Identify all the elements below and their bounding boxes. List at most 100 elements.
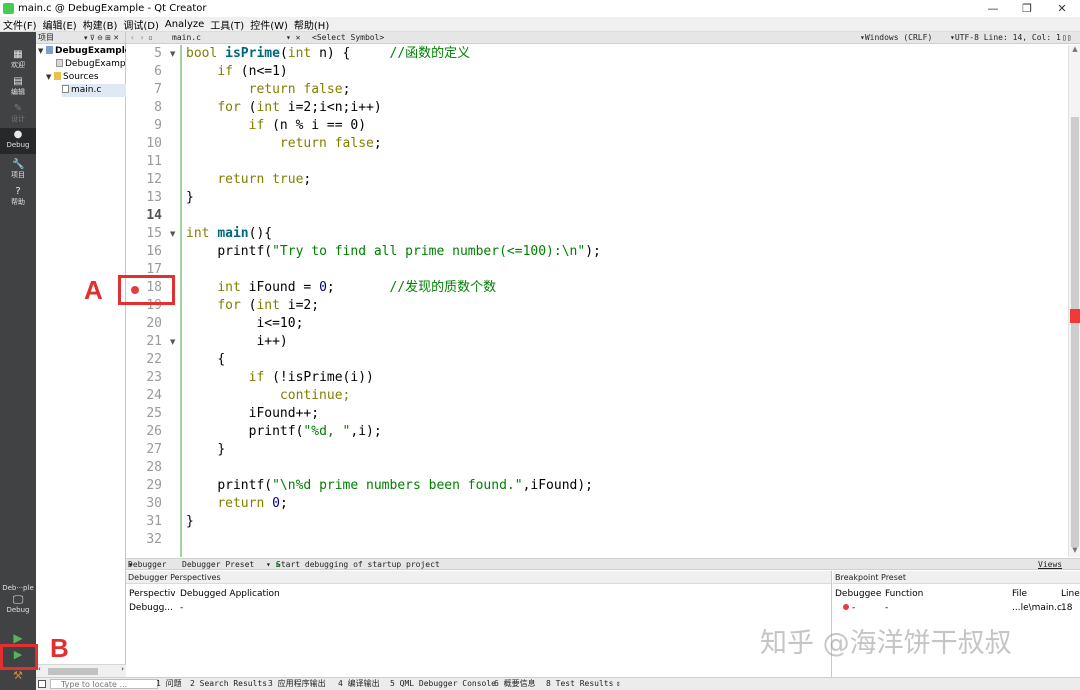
fold-marker-icon[interactable]: ▼ <box>170 45 175 63</box>
menu-file[interactable]: 文件(F) <box>0 17 40 32</box>
sidebar-toggle-icon[interactable] <box>38 680 46 688</box>
menu-edit[interactable]: 编辑(E) <box>40 17 80 32</box>
expand-arrow-icon[interactable]: ▼ <box>46 71 54 84</box>
tab-test-results[interactable]: 8 Test Results <box>546 678 613 690</box>
editor-vscrollbar[interactable]: ▲ ▼ <box>1068 45 1080 557</box>
line-number[interactable]: 15 <box>128 225 162 243</box>
menu-build[interactable]: 构建(B) <box>80 17 121 32</box>
line-number[interactable]: 31 <box>128 513 162 531</box>
code-token: i++) <box>256 334 288 349</box>
views-menu[interactable]: Views <box>1038 559 1062 570</box>
mode-help[interactable]: ? 帮助 <box>0 185 36 211</box>
bp-row[interactable]: - <box>843 602 855 614</box>
more-tabs-icon[interactable]: ⇕ <box>616 678 621 690</box>
scroll-thumb[interactable] <box>48 668 98 675</box>
scroll-thumb[interactable] <box>1071 117 1079 547</box>
mode-welcome[interactable]: ▦ 欢迎 <box>0 48 36 74</box>
line-number[interactable]: 22 <box>128 351 162 369</box>
line-number[interactable]: 5 <box>128 45 162 63</box>
breakpoint-header: Breakpoint Preset <box>833 571 1080 584</box>
panel-tools-icon[interactable]: ▾ ⊽ ⊖ ⊞ ✕ <box>84 32 119 44</box>
menu-tools[interactable]: 工具(T) <box>207 17 247 32</box>
scroll-left-icon[interactable]: ‹ <box>38 665 41 673</box>
locator-input[interactable] <box>50 679 158 689</box>
line-number[interactable]: 29 <box>128 477 162 495</box>
perspectives-row-app[interactable]: - <box>180 602 183 614</box>
line-number[interactable]: 12 <box>128 171 162 189</box>
perspectives-col-application[interactable]: Debugged Application <box>180 588 280 600</box>
line-number[interactable]: 23 <box>128 369 162 387</box>
line-number[interactable]: 24 <box>128 387 162 405</box>
close-button[interactable]: ✕ <box>1045 0 1079 17</box>
tree-item-main-c[interactable]: main.c <box>62 84 126 97</box>
expand-arrow-icon[interactable]: ▼ <box>38 45 46 58</box>
scroll-up-icon[interactable]: ▲ <box>1069 45 1080 55</box>
line-number[interactable]: 20 <box>128 315 162 333</box>
menu-debug[interactable]: 调试(D) <box>120 17 162 32</box>
scroll-right-icon[interactable]: › <box>121 665 124 673</box>
fold-marker-icon[interactable]: ▼ <box>170 333 175 351</box>
line-number[interactable]: 7 <box>128 81 162 99</box>
scroll-down-icon[interactable]: ▼ <box>1069 546 1080 556</box>
line-number[interactable]: 13 <box>128 189 162 207</box>
mode-projects[interactable]: 🔧 项目 <box>0 158 36 184</box>
tab-application-output[interactable]: 3 应用程序输出 <box>268 678 326 690</box>
line-number[interactable]: 11 <box>128 153 162 171</box>
bp-col-function[interactable]: Function <box>885 588 923 600</box>
mode-label: 设计 <box>11 115 25 123</box>
tree-item-project[interactable]: ▼ DebugExample <box>38 45 131 58</box>
projects-icon: 🔧 <box>12 159 25 170</box>
mode-design[interactable]: ✎ 设计 <box>0 102 36 128</box>
mode-edit[interactable]: ▤ 编辑 <box>0 75 36 101</box>
code-token: isPrime <box>225 46 280 61</box>
minimize-button[interactable]: — <box>976 0 1010 17</box>
code-line-21: i++) <box>186 333 288 351</box>
debugger-selector[interactable]: Debugger ▾ <box>128 559 167 570</box>
line-number[interactable]: 14 <box>128 207 162 225</box>
line-number[interactable]: 32 <box>128 531 162 549</box>
line-number[interactable]: 16 <box>128 243 162 261</box>
line-number[interactable]: 21 <box>128 333 162 351</box>
close-document-icon[interactable]: ▾ ✕ <box>286 32 300 44</box>
line-number[interactable]: 30 <box>128 495 162 513</box>
line-number[interactable]: 8 <box>128 99 162 117</box>
line-number[interactable]: 26 <box>128 423 162 441</box>
tab-general-messages[interactable]: 6 概要信息 <box>494 678 536 690</box>
line-number[interactable]: 6 <box>128 63 162 81</box>
tab-search-results[interactable]: 2 Search Results <box>190 678 267 690</box>
line-number[interactable]: 9 <box>128 117 162 135</box>
menu-window[interactable]: 控件(W) <box>247 17 291 32</box>
split-editor-icon[interactable]: ▯▯ <box>1062 32 1072 44</box>
line-number[interactable]: 27 <box>128 441 162 459</box>
bp-col-file[interactable]: File <box>1012 588 1027 600</box>
project-panel-hscrollbar[interactable]: ‹ › <box>36 664 126 677</box>
perspective-dropdown-icon[interactable]: ▾ <box>266 559 271 570</box>
debugger-preset-selector[interactable]: Debugger Preset <box>182 559 254 570</box>
fold-marker-icon[interactable]: ▼ <box>170 225 175 243</box>
code-token: for <box>217 298 241 313</box>
restore-button[interactable]: ❐ <box>1010 0 1044 17</box>
menu-analyze[interactable]: Analyze <box>162 19 207 30</box>
tab-qml-debugger-console[interactable]: 5 QML Debugger Console <box>390 678 496 690</box>
perspectives-col-perspective[interactable]: Perspectiv <box>129 588 177 600</box>
nav-back-forward-icon[interactable]: ‹ › <box>130 32 144 44</box>
line-number[interactable]: 10 <box>128 135 162 153</box>
perspectives-row-name[interactable]: Debugg... <box>129 602 177 614</box>
build-button[interactable]: ⚒ <box>0 669 36 682</box>
symbol-selector[interactable]: <Select Symbol> <box>312 32 384 44</box>
line-number[interactable]: 28 <box>128 459 162 477</box>
mode-debug[interactable]: ● Debug <box>0 128 36 154</box>
line-number[interactable]: 25 <box>128 405 162 423</box>
tab-compile-output[interactable]: 4 编译输出 <box>338 678 380 690</box>
code-token: ; <box>373 136 382 151</box>
open-file-selector[interactable]: main.c <box>172 32 201 44</box>
line-ending-selector[interactable]: ▾ Windows (CRLF) <box>860 32 932 44</box>
run-button[interactable]: ▶ <box>0 631 36 645</box>
tab-issues[interactable]: 1 问题 <box>156 678 182 690</box>
tree-item-sources[interactable]: ▼ Sources <box>46 71 99 84</box>
bp-col-line[interactable]: Line <box>1061 588 1080 600</box>
kit-selector[interactable]: Deb···ple 🖵 Debug <box>0 582 36 622</box>
menu-help[interactable]: 帮助(H) <box>291 17 332 32</box>
code-token: int <box>256 298 280 313</box>
bp-col-debuggee[interactable]: Debuggee <box>835 588 881 600</box>
